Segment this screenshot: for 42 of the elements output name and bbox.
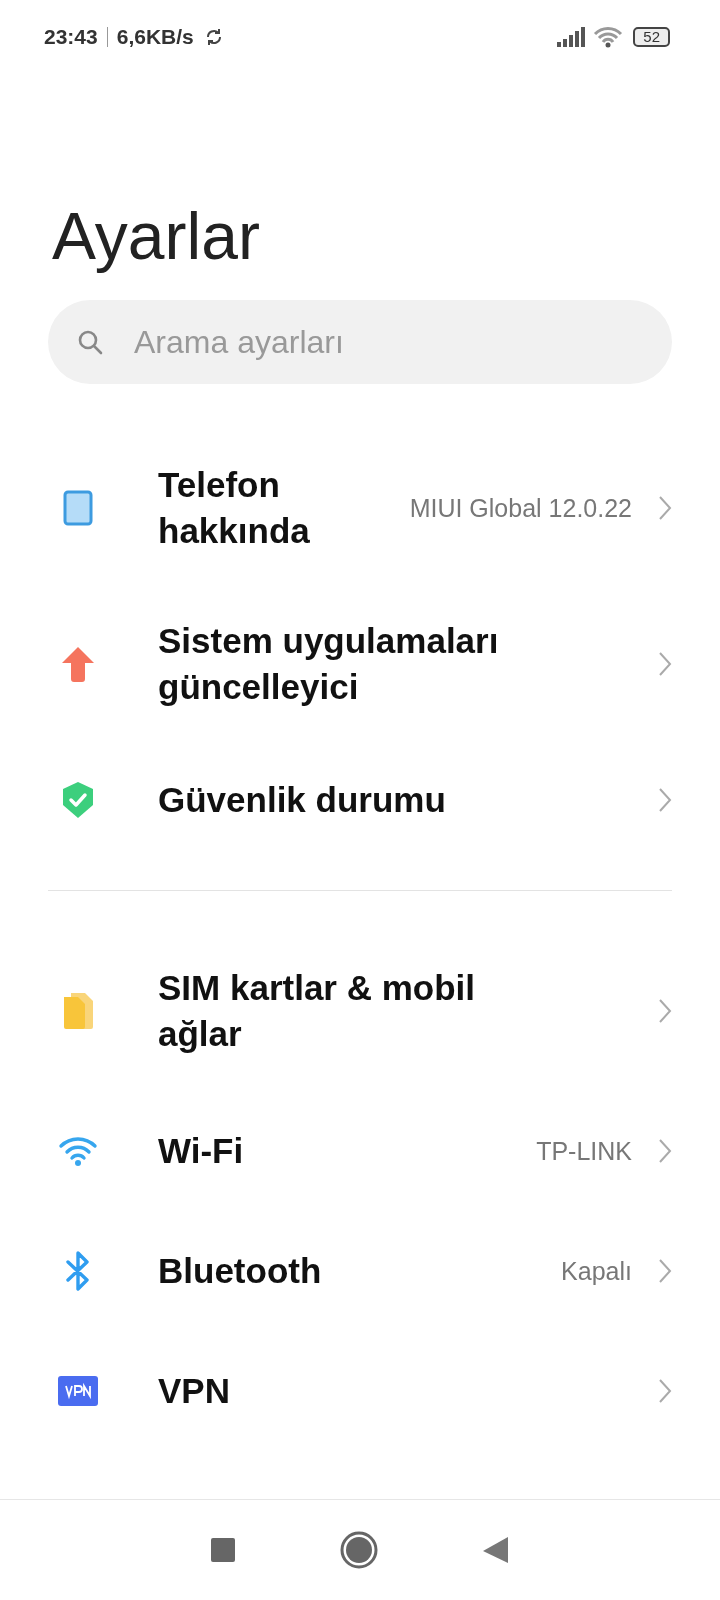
network-speed: 6,6KB/s — [116, 25, 194, 49]
item-label: SIM kartlar & mobil ağlar — [158, 967, 477, 1055]
phone-icon — [63, 490, 93, 526]
item-label: Wi-Fi — [158, 1130, 245, 1172]
item-value: Kapalı — [561, 1256, 632, 1286]
up-arrow-icon — [61, 646, 95, 682]
item-label: Bluetooth — [158, 1250, 323, 1292]
chevron-icon — [658, 787, 672, 813]
shield-check-icon — [62, 781, 94, 819]
signal-icon — [557, 27, 588, 47]
chevron-icon — [658, 1258, 672, 1284]
chevron-icon — [658, 998, 672, 1024]
sim-card-icon — [61, 992, 95, 1030]
wifi-status-icon — [593, 26, 624, 48]
item-value: TP-LINK — [536, 1136, 632, 1166]
page-title: Ayarlar — [52, 198, 260, 275]
chevron-icon — [658, 651, 672, 677]
search-icon — [76, 328, 104, 356]
settings-item[interactable]: SIM kartlar & mobil ağlar — [0, 931, 720, 1091]
search-field[interactable]: Arama ayarları — [48, 300, 672, 384]
item-label: Sistem uygulamaları güncelleyici — [158, 620, 500, 708]
item-label: Telefon hakkında — [158, 464, 311, 552]
chevron-icon — [658, 1378, 672, 1404]
chevron-icon — [658, 1138, 672, 1164]
settings-item[interactable]: Bluetooth Kapalı — [0, 1211, 720, 1331]
bluetooth-icon — [64, 1251, 92, 1291]
item-value: MIUI Global 12.0.22 — [409, 493, 632, 523]
item-label: Güvenlik durumu — [158, 779, 447, 821]
item-label: VPN — [158, 1370, 231, 1412]
settings-item[interactable]: Wi-Fi TP-LINK — [0, 1091, 720, 1211]
battery-indicator: 52 — [633, 27, 670, 47]
home-button[interactable] — [340, 1531, 378, 1569]
chevron-icon — [658, 495, 672, 521]
settings-item[interactable]: Güvenlik durumu — [0, 740, 720, 860]
status-time: 23:43 — [44, 25, 98, 49]
back-button[interactable] — [482, 1535, 510, 1565]
settings-item[interactable]: VPN — [0, 1331, 720, 1451]
recents-button[interactable] — [210, 1537, 236, 1563]
wifi-icon — [58, 1135, 98, 1167]
settings-item[interactable]: Sistem uygulamaları güncelleyici — [0, 588, 720, 740]
settings-item[interactable]: Telefon hakkında MIUI Global 12.0.22 — [0, 428, 720, 588]
vpn-icon — [58, 1376, 98, 1406]
